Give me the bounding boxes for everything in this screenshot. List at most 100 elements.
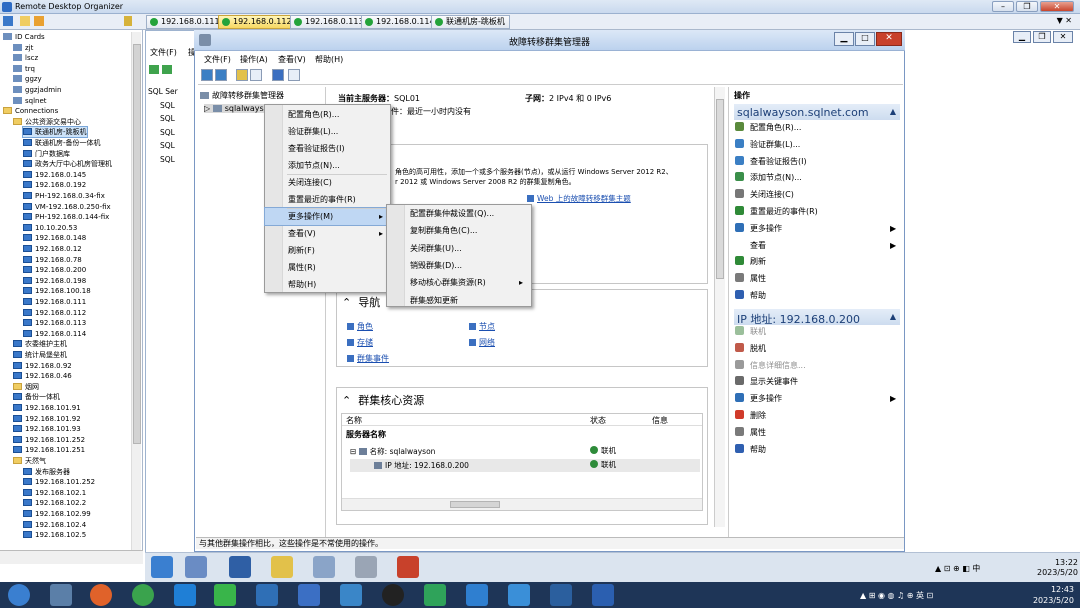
start-icon[interactable]	[151, 556, 173, 578]
action-item[interactable]: 帮助	[735, 443, 766, 457]
table-row[interactable]: IP 地址: 192.168.0.200 联机	[350, 459, 700, 472]
host-clock[interactable]: 12:43 2023/5/20	[1018, 584, 1074, 606]
tree-item[interactable]: 192.168.0.92	[13, 361, 72, 371]
browser-icon[interactable]	[132, 584, 154, 606]
explorer-icon[interactable]	[271, 556, 293, 578]
folder-icon[interactable]	[20, 16, 30, 26]
bg-tree-item[interactable]: SQL	[148, 126, 178, 140]
ie-icon[interactable]	[174, 584, 196, 606]
tree-item[interactable]: 192.168.102.2	[23, 498, 86, 508]
outer-close-button[interactable]: ✕	[1053, 31, 1073, 43]
tree-item[interactable]: 192.168.101.252	[13, 435, 85, 445]
tree-item[interactable]: 192.168.0.113	[23, 318, 86, 328]
nav-link-events[interactable]: 群集事件	[347, 353, 389, 364]
wechat-icon[interactable]	[214, 584, 236, 606]
tab-192-168-0-114[interactable]: 192.168.0.114	[361, 15, 440, 29]
file-manager-icon[interactable]	[50, 584, 72, 606]
actions-section-cluster[interactable]: sqlalwayson.sqlnet.com ▲	[734, 104, 900, 120]
action-item[interactable]: 关闭连接(C)	[735, 188, 794, 202]
action-item[interactable]: 刷新	[735, 255, 766, 269]
tree-item[interactable]: 192.168.0.148	[23, 233, 86, 243]
forward-icon[interactable]	[162, 65, 172, 74]
tree-item[interactable]: 192.168.101.91	[13, 403, 81, 413]
tree-item[interactable]: trq	[13, 64, 35, 74]
nav-link-nodes[interactable]: 节点	[469, 321, 495, 332]
tree-item[interactable]: 192.168.102.4	[23, 520, 86, 530]
tree-item[interactable]: ggzjadmin	[13, 85, 61, 95]
context-menu-item[interactable]: 重置最近的事件(R)	[265, 191, 390, 208]
action-item[interactable]: 属性	[735, 426, 766, 440]
up-folder-icon[interactable]	[236, 69, 248, 81]
submenu-item[interactable]: 配置群集仲裁设置(Q)...	[387, 205, 531, 222]
tree-item[interactable]: 发布服务器	[23, 467, 70, 477]
submenu-item[interactable]: 复制群集角色(C)...	[387, 222, 531, 239]
tree-item[interactable]: 联通机房-跳板机	[22, 126, 88, 139]
outer-restore-button[interactable]: ❐	[1033, 31, 1051, 43]
core-resources-title[interactable]: ⌃ 群集核心资源	[342, 392, 424, 408]
remote-tray-icons[interactable]: ▲ ⊡ ⊕ ◧ 中	[935, 563, 980, 574]
action-item[interactable]: 脱机	[735, 342, 766, 356]
actions-section-ip[interactable]: IP 地址: 192.168.0.200 ▲	[734, 309, 900, 326]
tree-item[interactable]: 农委维护主机	[13, 339, 67, 349]
tree-item[interactable]: 192.168.102.1	[23, 488, 86, 498]
new-connection-icon[interactable]	[3, 16, 13, 26]
tree-item[interactable]: 192.168.0.200	[23, 265, 86, 275]
context-menu-item[interactable]: 查看(V) ▸	[265, 225, 390, 242]
menu-action[interactable]: 操作(A)	[240, 54, 268, 65]
action-item[interactable]: 添加节点(N)...	[735, 171, 802, 185]
word-icon[interactable]	[592, 584, 614, 606]
action-item[interactable]: 显示关键事件	[735, 375, 798, 389]
tree-item[interactable]: 备份一体机	[13, 392, 60, 402]
action-item[interactable]: 属性	[735, 272, 766, 286]
nav-link-networks[interactable]: 网络	[469, 337, 495, 348]
tree-item[interactable]: 192.168.0.145	[23, 170, 86, 180]
submenu-item[interactable]: 关闭群集(U)...	[387, 240, 531, 257]
tree-item[interactable]: 联通机房-备份一体机	[23, 138, 101, 148]
tree-item[interactable]: 192.168.0.192	[23, 180, 86, 190]
minimize-button[interactable]: –	[992, 1, 1014, 12]
menu-file[interactable]: 文件(F)	[204, 54, 231, 65]
computer-management-icon[interactable]	[313, 556, 335, 578]
tab-192-168-0-113[interactable]: 192.168.0.113	[290, 15, 369, 29]
action-item[interactable]: 帮助	[735, 289, 766, 303]
action-item[interactable]: 查看 ▶	[735, 239, 896, 253]
tree-item[interactable]: zjt	[13, 43, 33, 53]
help-icon[interactable]	[272, 69, 284, 81]
close-button[interactable]: ✕	[1040, 1, 1074, 12]
context-menu-item[interactable]: 验证群集(L)...	[265, 123, 390, 140]
outer-minimize-button[interactable]: ▁	[1013, 31, 1031, 43]
tree-item[interactable]: 192.168.0.198	[23, 276, 86, 286]
tree-item[interactable]: 192.168.0.12	[23, 244, 82, 254]
col-info[interactable]: 信息	[652, 415, 668, 426]
fcm-maximize-button[interactable]: □	[855, 32, 875, 46]
rdo-icon[interactable]	[550, 584, 572, 606]
tree-item[interactable]: 10.10.20.53	[23, 223, 77, 233]
tree-item[interactable]: 192.168.101.251	[13, 445, 85, 455]
tree-item[interactable]: sqlnet	[13, 96, 47, 106]
tree-item[interactable]: Connections	[3, 106, 58, 116]
action-item[interactable]: 联机	[735, 325, 766, 339]
menu-help[interactable]: 帮助(H)	[315, 54, 343, 65]
tree-item[interactable]: VM-192.168.0.250-fix	[23, 202, 111, 212]
context-menu-item[interactable]: 刷新(F)	[265, 242, 390, 259]
tree-item[interactable]: 192.168.0.114	[23, 329, 86, 339]
col-name[interactable]: 名称	[346, 415, 362, 426]
context-menu-item[interactable]: 添加节点(N)...	[265, 157, 390, 174]
fcm-close-button[interactable]: ✕	[876, 32, 902, 46]
app-icon-3[interactable]	[424, 584, 446, 606]
submenu-item[interactable]: 销毁群集(D)...	[387, 257, 531, 274]
qq-icon[interactable]	[382, 584, 404, 606]
tree-item[interactable]: lscz	[13, 53, 38, 63]
tree-item[interactable]: 192.168.0.112	[23, 308, 86, 318]
nav-link-roles[interactable]: 角色	[347, 321, 373, 332]
action-item[interactable]: 更多操作 ▶	[735, 392, 896, 406]
context-menu-item[interactable]: 关闭连接(C)	[265, 174, 390, 191]
table-hscrollbar[interactable]	[342, 498, 702, 510]
tree-item[interactable]: 192.168.101.92	[13, 414, 81, 424]
action-item[interactable]: 信息详细信息...	[735, 359, 806, 373]
context-menu-item[interactable]: 查看验证报告(I)	[265, 140, 390, 157]
feishu-icon[interactable]	[508, 584, 530, 606]
remote-clock[interactable]: 13:22 2023/5/20	[1037, 558, 1078, 578]
bg-tree-item[interactable]: SQL Ser	[148, 85, 178, 99]
back-icon[interactable]	[201, 69, 213, 81]
